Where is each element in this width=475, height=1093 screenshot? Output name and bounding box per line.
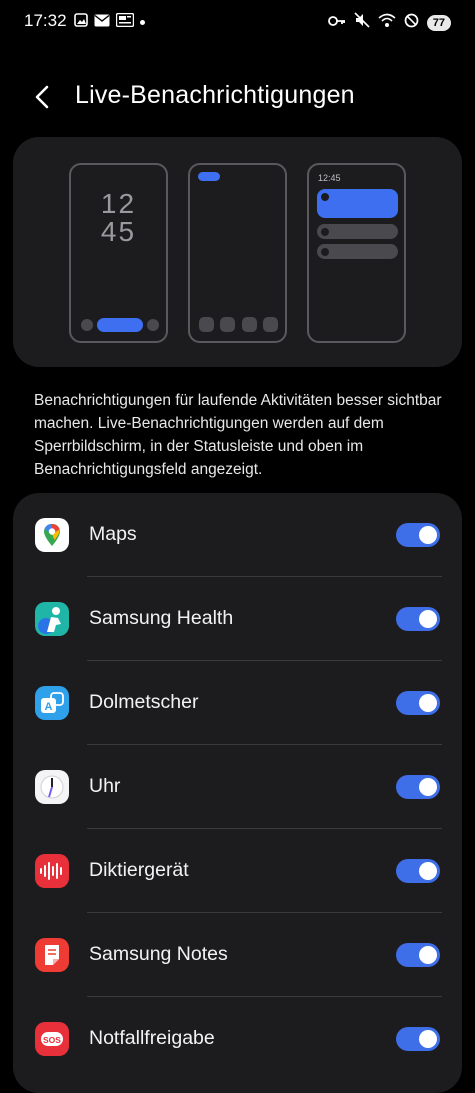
list-item[interactable]: Maps: [13, 493, 462, 577]
app-bar: Live-Benachrichtigungen: [0, 72, 475, 124]
statusbar-illustration: [188, 163, 287, 343]
toggle-switch[interactable]: [396, 607, 440, 631]
list-item-label: Samsung Health: [89, 607, 234, 629]
toggle-switch[interactable]: [396, 775, 440, 799]
more-notifications-dot: [140, 20, 145, 25]
image-icon: [74, 13, 88, 32]
toggle-switch[interactable]: [396, 1027, 440, 1051]
list-item-label: Uhr: [89, 775, 121, 797]
description-text: Benachrichtigungen für laufende Aktivitä…: [34, 392, 442, 478]
clock-icon: [35, 770, 69, 804]
list-item-label: Samsung Notes: [89, 943, 228, 965]
list-item[interactable]: Samsung Notes: [13, 913, 462, 997]
list-item[interactable]: SOS Notfallfreigabe: [13, 997, 462, 1081]
translator-icon: A: [35, 686, 69, 720]
notification-panel-illustration: 12:45: [307, 163, 406, 343]
back-button[interactable]: [28, 82, 58, 112]
samsung-notes-icon: [35, 938, 69, 972]
key-icon: [327, 14, 346, 32]
battery-indicator: 77: [426, 14, 451, 31]
page-title: Live-Benachrichtigungen: [75, 81, 355, 109]
wifi-icon: [378, 12, 396, 33]
illustration-card: 12 45 12:45: [13, 137, 462, 367]
list-item-label: Maps: [89, 523, 137, 545]
news-icon: [115, 12, 135, 32]
samsung-health-icon: [35, 602, 69, 636]
toggle-switch[interactable]: [396, 943, 440, 967]
maps-icon: [35, 518, 69, 552]
list-item-label: Notfallfreigabe: [89, 1027, 215, 1049]
toggle-switch[interactable]: [396, 691, 440, 715]
list-item[interactable]: Samsung Health: [13, 577, 462, 661]
list-item[interactable]: Uhr: [13, 745, 462, 829]
voice-recorder-icon: [35, 854, 69, 888]
mute-icon: [354, 12, 370, 33]
toggle-switch[interactable]: [396, 523, 440, 547]
chevron-left-icon: [35, 85, 49, 109]
mail-icon: [94, 14, 110, 32]
list-item[interactable]: A Dolmetscher: [13, 661, 462, 745]
svg-text:SOS: SOS: [43, 1035, 61, 1045]
list-item-label: Diktiergerät: [89, 859, 189, 881]
block-icon: [404, 13, 419, 33]
list-item[interactable]: Diktiergerät: [13, 829, 462, 913]
toggle-switch[interactable]: [396, 859, 440, 883]
illustration-clock: 12 45: [100, 188, 137, 247]
status-time: 17:32: [24, 11, 67, 30]
lockscreen-illustration: 12 45: [69, 163, 168, 343]
list-item-label: Dolmetscher: [89, 691, 199, 713]
apps-list: Maps Samsung Health A Dolmetscher Uhr Di…: [13, 493, 462, 1093]
emergency-sharing-icon: SOS: [35, 1022, 69, 1056]
status-bar: 17:32 77: [0, 0, 475, 44]
